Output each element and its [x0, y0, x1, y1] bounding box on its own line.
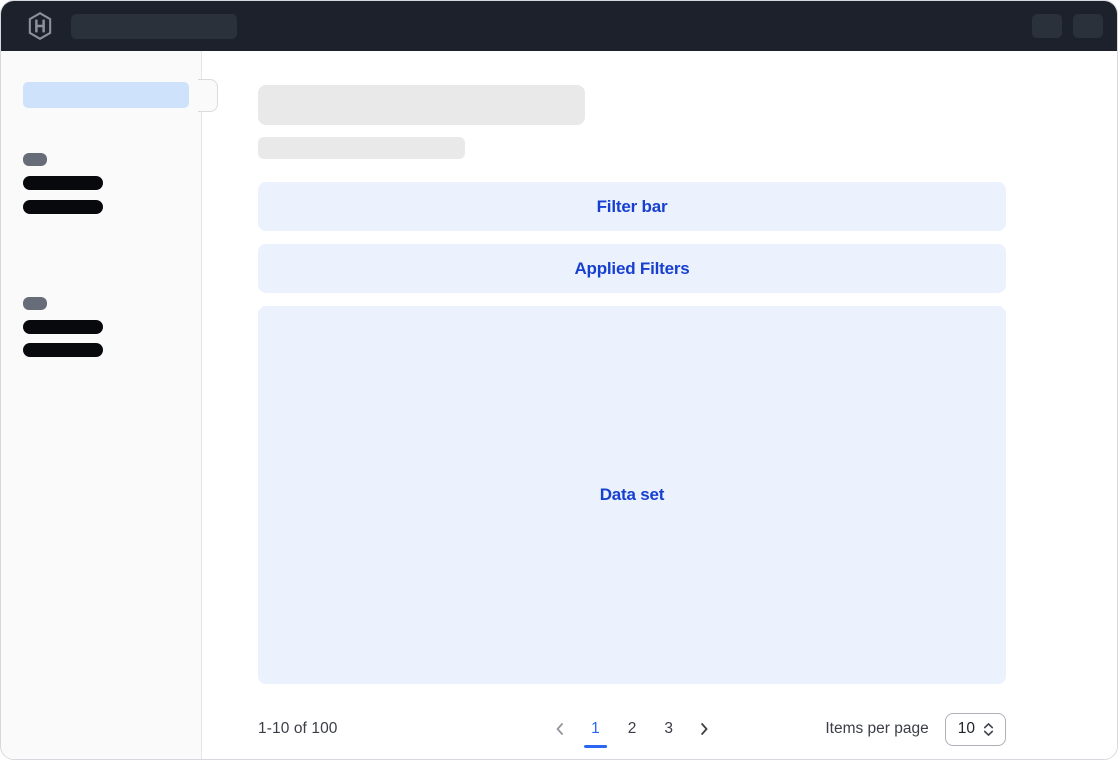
applied-filters-region[interactable]: Applied Filters: [258, 244, 1006, 293]
page-button-1[interactable]: 1: [584, 720, 607, 738]
sidebar-collapse-toggle[interactable]: [198, 79, 218, 112]
filter-bar-region[interactable]: Filter bar: [258, 182, 1006, 231]
topbar-actions: [1032, 14, 1103, 38]
chevron-right-icon: [696, 721, 712, 737]
sidebar-section-title-skeleton-2: [23, 297, 47, 310]
items-per-page-value: 10: [958, 720, 975, 738]
page-subtitle-skeleton: [258, 137, 465, 159]
app-window: Filter bar Applied Filters Data set 1-10…: [0, 0, 1118, 760]
filter-bar-label: Filter bar: [597, 197, 668, 217]
items-per-page-select[interactable]: 10: [945, 713, 1006, 746]
pagination-range-text: 1-10 of 100: [258, 720, 338, 738]
items-per-page-control: Items per page 10: [825, 713, 1006, 746]
sidebar-nav-link-skeleton-4[interactable]: [23, 343, 103, 357]
data-set-region[interactable]: Data set: [258, 306, 1006, 684]
hashicorp-logo-icon: [27, 12, 53, 40]
items-per-page-label: Items per page: [825, 720, 928, 738]
chevrons-up-down-icon: [982, 722, 995, 737]
sidebar-nav-link-skeleton-1[interactable]: [23, 176, 103, 190]
sidebar-nav-link-skeleton-2[interactable]: [23, 200, 103, 214]
sidebar-nav-link-skeleton-3[interactable]: [23, 320, 103, 334]
next-page-button[interactable]: [694, 719, 714, 739]
sidebar: [1, 51, 202, 759]
topbar-action-button-1[interactable]: [1032, 14, 1062, 38]
page-title-skeleton: [258, 85, 585, 125]
sidebar-selected-item-skeleton[interactable]: [23, 82, 189, 108]
previous-page-button[interactable]: [550, 719, 570, 739]
main-content: Filter bar Applied Filters Data set 1-10…: [202, 51, 1117, 759]
chevron-left-icon: [552, 721, 568, 737]
sidebar-section-title-skeleton-1: [23, 153, 47, 166]
pager: 1 2 3: [550, 719, 714, 739]
page-button-3[interactable]: 3: [657, 720, 680, 738]
top-bar: [1, 1, 1117, 51]
search-input-skeleton[interactable]: [71, 14, 237, 39]
data-set-label: Data set: [600, 485, 665, 505]
pagination-bar: 1-10 of 100 1 2 3 Items per page: [258, 711, 1006, 747]
applied-filters-label: Applied Filters: [574, 259, 689, 279]
topbar-action-button-2[interactable]: [1073, 14, 1103, 38]
page-button-2[interactable]: 2: [621, 720, 644, 738]
